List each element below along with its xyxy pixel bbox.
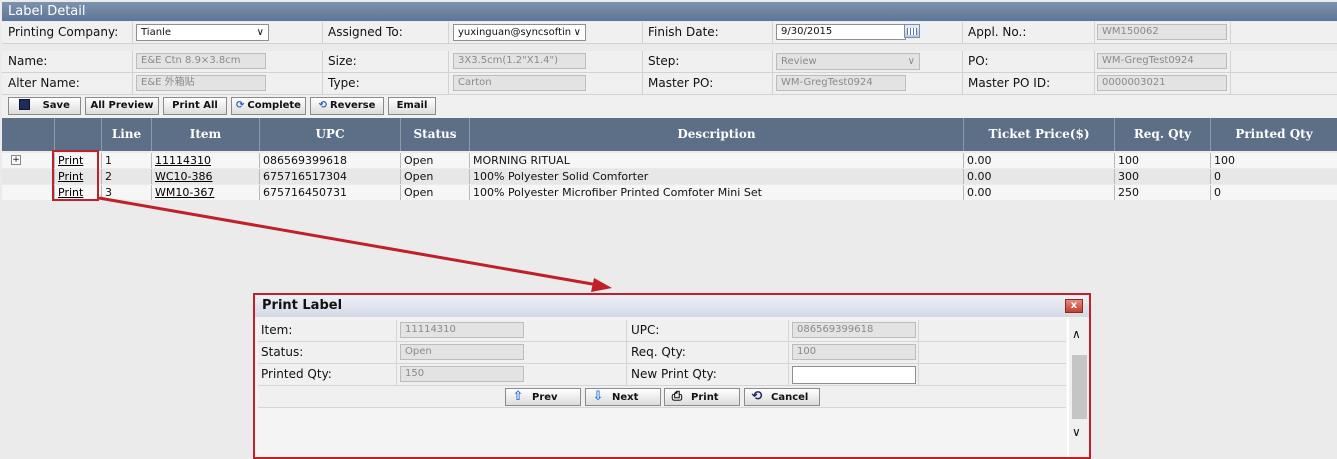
cancel-button[interactable]: ⟲ Cancel (744, 388, 820, 406)
upc-field: 086569399618 (792, 322, 916, 338)
dialog-title: Print Label x (255, 295, 1089, 317)
print-button[interactable]: ⎙ Print (664, 388, 740, 406)
dialog-scrollbar[interactable]: ∧ ∨ (1069, 317, 1089, 457)
close-icon[interactable]: x (1065, 299, 1083, 313)
chevron-up-icon[interactable]: ∧ (1072, 327, 1081, 341)
printer-icon: ⎙ (671, 389, 683, 404)
upc-label: UPC: (631, 323, 660, 337)
dialog-button-row: ⇧ Prev ⇩ Next ⎙ Print ⟲ Cancel (258, 386, 1066, 408)
chevron-down-icon[interactable]: ∨ (1072, 425, 1081, 439)
printed-qty-field: 150 (400, 366, 524, 382)
arrow-up-icon: ⇧ (512, 389, 524, 404)
printed-qty-label: Printed Qty: (261, 367, 332, 381)
status-label: Status: (261, 345, 304, 359)
dialog-body: Item: 11114310 UPC: 086569399618 Status:… (255, 317, 1067, 457)
scrollbar-thumb[interactable] (1072, 355, 1087, 419)
req-qty-label: Req. Qty: (631, 345, 686, 359)
prev-button[interactable]: ⇧ Prev (505, 388, 581, 406)
next-button[interactable]: ⇩ Next (585, 388, 661, 406)
item-field: 11114310 (400, 322, 524, 338)
status-field: Open (400, 344, 524, 360)
req-qty-field: 100 (792, 344, 916, 360)
print-label-dialog: Print Label x Item: 11114310 UPC: 086569… (253, 293, 1091, 459)
dialog-row-1: Item: 11114310 UPC: 086569399618 (258, 320, 1066, 342)
new-print-qty-input[interactable] (792, 366, 916, 384)
new-print-qty-label: New Print Qty: (631, 367, 717, 381)
dialog-row-2: Status: Open Req. Qty: 100 (258, 342, 1066, 364)
dialog-row-3: Printed Qty: 150 New Print Qty: (258, 364, 1066, 386)
item-label: Item: (261, 323, 293, 337)
undo-icon: ⟲ (751, 389, 763, 404)
arrow-down-icon: ⇩ (592, 389, 604, 404)
